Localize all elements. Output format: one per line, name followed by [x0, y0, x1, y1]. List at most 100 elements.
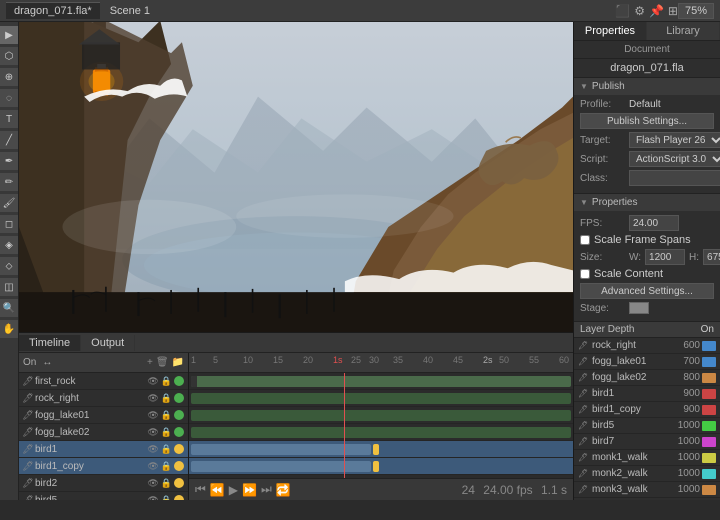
layer-header-lock: ↔	[42, 357, 52, 368]
profile-value: Default	[629, 99, 714, 110]
ld-row: 🖊 bird1 900	[574, 386, 720, 402]
publish-header[interactable]: ▼ Publish	[574, 78, 720, 95]
scale-frame-check[interactable]	[580, 235, 590, 245]
tab-output[interactable]: Output	[81, 335, 135, 351]
eyedrop-tool[interactable]: ⬦	[0, 257, 18, 275]
ruler-mark: 45	[453, 355, 463, 365]
stage-color-swatch[interactable]	[629, 302, 649, 314]
layer-type-icon: 🖊	[21, 410, 35, 421]
lock-icon[interactable]: 🔒	[161, 410, 172, 421]
fill-tool[interactable]: ◈	[0, 236, 18, 254]
scale-frame-row: Scale Frame Spans	[580, 234, 714, 246]
tab-timeline[interactable]: Timeline	[19, 335, 81, 351]
lock-icon[interactable]: 🔒	[161, 495, 172, 501]
time-display: 1.1 s	[541, 483, 567, 497]
layer-color	[174, 495, 184, 500]
layer-row[interactable]: 🖊 bird2 👁 🔒	[19, 475, 188, 492]
loop-btn[interactable]: 🔁	[276, 483, 291, 497]
layer-row[interactable]: 🖊 fogg_lake02 👁 🔒	[19, 424, 188, 441]
layer-controls: 👁 🔒	[147, 410, 172, 421]
layer-row[interactable]: 🖊 bird1_copy 👁 🔒	[19, 458, 188, 475]
folder-icon[interactable]: 📁	[172, 357, 184, 368]
width-label: W:	[629, 252, 641, 263]
pin-icon[interactable]: 📌	[649, 4, 664, 18]
scale-content-row: Scale Content	[580, 268, 714, 280]
lasso-tool[interactable]: ◌	[0, 89, 18, 107]
lock-icon[interactable]: 🔒	[161, 478, 172, 489]
eye-icon[interactable]: 👁	[147, 461, 158, 472]
frames-content[interactable]	[189, 373, 573, 478]
brush-tool[interactable]: 🖌	[0, 194, 18, 212]
go-start-btn[interactable]: ⏮	[195, 482, 206, 497]
camera-icon[interactable]: ⬛	[615, 4, 630, 18]
lock-icon[interactable]: 🔒	[161, 393, 172, 404]
scale-content-check[interactable]	[580, 269, 590, 279]
frame-row	[189, 458, 573, 475]
class-input[interactable]	[629, 170, 720, 186]
ruler-mark: 35	[393, 355, 403, 365]
lock-icon[interactable]: 🔒	[161, 444, 172, 455]
eye-icon[interactable]: 👁	[147, 444, 158, 455]
ruler-mark-2s: 2s	[483, 355, 493, 365]
advanced-settings-btn[interactable]: Advanced Settings...	[580, 283, 714, 299]
width-input[interactable]	[645, 249, 685, 265]
text-tool[interactable]: T	[0, 110, 18, 128]
zoom-tool[interactable]: 🔍	[0, 299, 18, 317]
target-select[interactable]: Flash Player 26	[629, 132, 720, 148]
eye-icon[interactable]: 👁	[147, 427, 158, 438]
height-input[interactable]	[703, 249, 720, 265]
select-tool[interactable]: ▶	[0, 26, 18, 44]
step-forward-btn[interactable]: ⏩	[242, 483, 257, 497]
publish-settings-btn[interactable]: Publish Settings...	[580, 113, 714, 129]
ld-layer-name: bird7	[592, 436, 662, 447]
layer-controls: 👁 🔒	[147, 461, 172, 472]
layer-type-icon: 🖊	[21, 376, 35, 387]
ld-row: 🖊 fogg_lake02 800	[574, 370, 720, 386]
play-btn[interactable]: ▶	[229, 483, 238, 497]
eye-icon[interactable]: 👁	[147, 376, 158, 387]
properties-sub-header[interactable]: ▼ Properties	[574, 194, 720, 211]
layer-row[interactable]: 🖊 bird5 👁 🔒	[19, 492, 188, 500]
scale-frame-checkbox[interactable]: Scale Frame Spans	[580, 234, 691, 246]
ld-row: 🖊 bird1_copy 900	[574, 402, 720, 418]
hand-tool[interactable]: ✋	[0, 320, 18, 338]
collapse-arrow: ▼	[580, 198, 588, 207]
ld-layer-value: 1000	[662, 484, 702, 495]
delete-layer-icon[interactable]: 🗑	[156, 357, 169, 368]
layout-icon[interactable]: ⊞	[668, 4, 678, 18]
eye-icon[interactable]: 👁	[147, 478, 158, 489]
shape-tool[interactable]: ◻	[0, 215, 18, 233]
step-back-btn[interactable]: ⏪	[210, 483, 225, 497]
layer-row[interactable]: 🖊 fogg_lake01 👁 🔒	[19, 407, 188, 424]
canvas-area[interactable]	[19, 22, 573, 332]
layer-color	[174, 461, 184, 471]
scale-content-checkbox[interactable]: Scale Content	[580, 268, 663, 280]
go-end-btn[interactable]: ⏭	[261, 482, 272, 497]
layer-row[interactable]: 🖊 bird1 👁 🔒	[19, 441, 188, 458]
pen-tool[interactable]: ✒	[0, 152, 18, 170]
layer-controls: 👁 🔒	[147, 495, 172, 501]
lock-icon[interactable]: 🔒	[161, 376, 172, 387]
eraser-tool[interactable]: ◫	[0, 278, 18, 296]
lock-icon[interactable]: 🔒	[161, 461, 172, 472]
transform-tool[interactable]: ⊕	[0, 68, 18, 86]
line-tool[interactable]: ╱	[0, 131, 18, 149]
subselect-tool[interactable]: ⬡	[0, 47, 18, 65]
eye-icon[interactable]: 👁	[147, 495, 158, 501]
settings-icon[interactable]: ⚙	[634, 4, 645, 18]
lock-icon[interactable]: 🔒	[161, 427, 172, 438]
fps-input[interactable]	[629, 215, 679, 231]
size-row: Size: W: H: px	[580, 249, 714, 265]
tab-properties[interactable]: Properties	[574, 22, 647, 40]
script-select[interactable]: ActionScript 3.0	[629, 151, 720, 167]
zoom-control[interactable]: 75%	[678, 3, 714, 19]
eye-icon[interactable]: 👁	[147, 393, 158, 404]
tab-library[interactable]: Library	[647, 22, 720, 40]
playhead[interactable]	[344, 373, 345, 478]
file-tab[interactable]: dragon_071.fla*	[6, 2, 100, 19]
pencil-tool[interactable]: ✏	[0, 173, 18, 191]
eye-icon[interactable]: 👁	[147, 410, 158, 421]
layer-row[interactable]: 🖊 first_rock 👁 🔒	[19, 373, 188, 390]
new-layer-icon[interactable]: +	[147, 357, 153, 368]
layer-row[interactable]: 🖊 rock_right 👁 🔒	[19, 390, 188, 407]
